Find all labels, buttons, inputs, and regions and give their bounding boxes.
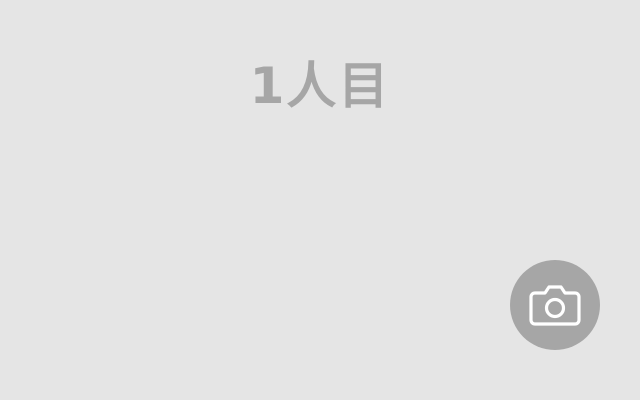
camera-screen: 1人目: [0, 0, 640, 400]
camera-icon: [529, 285, 581, 326]
person-count-label: 1人目: [249, 57, 391, 115]
camera-button[interactable]: [510, 260, 600, 350]
